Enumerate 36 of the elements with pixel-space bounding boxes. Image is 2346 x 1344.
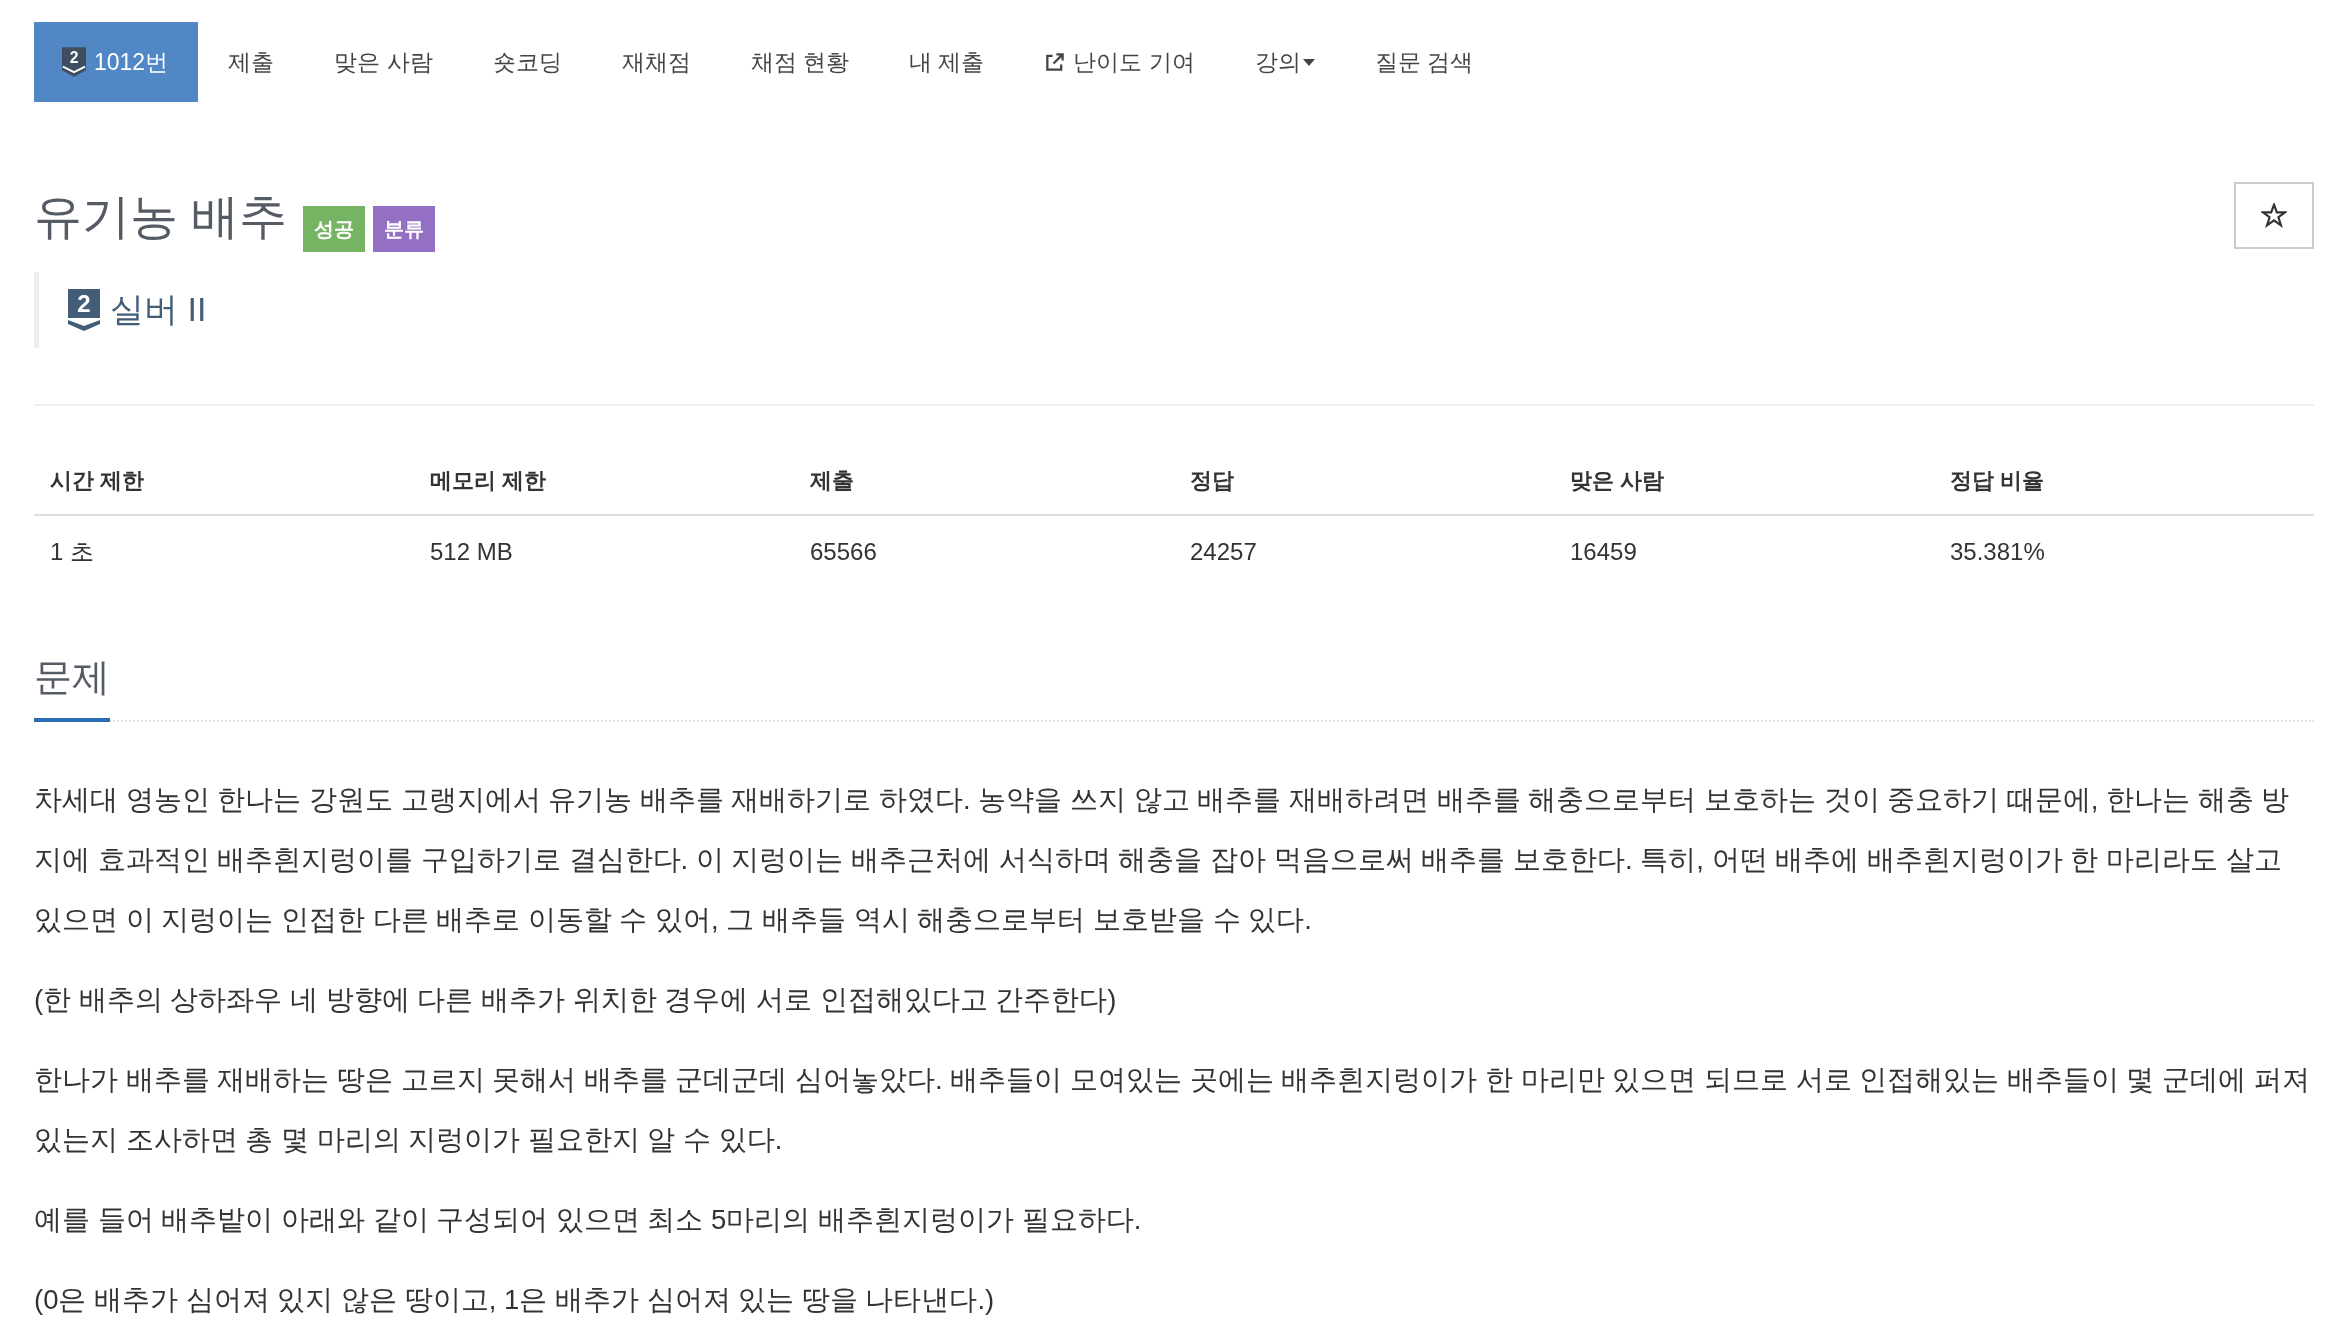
table-cell: 16459 [1554,515,1934,588]
table-header: 맞은 사람 [1554,448,1934,515]
caret-icon [1302,58,1315,66]
favorite-button[interactable] [2234,182,2314,249]
problem-title: 유기농 배추 [34,189,288,245]
nav-tab[interactable]: 2 1012번 [34,22,199,102]
table-cell: 65566 [794,515,1174,588]
tier-badge-icon: 2 [62,47,86,77]
nav-tab[interactable]: 제출 [198,22,305,102]
nav-tab[interactable]: 난이도 기여 [1014,22,1225,102]
table-cell: 1 초 [34,515,414,588]
table-cell: 35.381% [1934,515,2314,588]
tier-name: 실버 II [110,289,207,330]
problem-paragraph: 한나가 배추를 재배하는 땅은 고르지 못해서 배추를 군데군데 심어놓았다. 배추들이 모여있는 곳에는 배추흰지렁이가 한 마리만 있으면 되므로 서로 인접해있는 배추들이 몇 군데에 퍼져있는지 조사하면 총 몇 마리의 지렁이가 필요한지 알 수 있다. [34,1063,2311,1157]
nav-tab[interactable]: 맞은 사람 [304,22,463,102]
nav-tab[interactable]: 내 제출 [878,22,1015,102]
problem-paragraph: (0은 배추가 심어져 있지 않은 땅이고, 1은 배추가 심어져 있는 땅을 나타낸다.) [34,1283,996,1317]
problem-tag: 성공 [303,206,366,252]
problem-paragraph: 예를 들어 배추밭이 아래와 같이 구성되어 있으면 최소 5마리의 배추흰지렁이가 필요하다. [34,1203,1143,1237]
nav-tab[interactable]: 숏코딩 [462,22,592,102]
nav-tab[interactable]: 채점 현황 [720,22,879,102]
problem-paragraph: (한 배추의 상하좌우 네 방향에 다른 배추가 위치한 경우에 서로 인접해있다고 간주한다) [34,983,1118,1017]
nav-tab[interactable]: 강의 [1224,22,1345,102]
problem-paragraph: 차세대 영농인 한나는 강원도 고랭지에서 유기농 배추를 재배하기로 하였다. 농약을 쓰지 않고 배추를 재배하려면 배추를 해충으로부터 보호하는 것이 중요하기 때문에, 한나는 해충 방지에 효과적인 배추흰지렁이를 구입하기로 결심한다. 이 지렁이는 배추근처에 서식하며 해충을 잡아 먹음으로써 배추를 보호한다. 특히, 어떤 배추에 배추흰지렁이가 한 마리라도 살고 있으면 이 지렁이는 인접한 다른 배추로 이동할 수 있어, 그 배추들 역시 해충으로부터 보호받을 수 있다. [34,783,2291,937]
nav-tab[interactable]: 질문 검색 [1344,22,1504,102]
table-header: 시간 제한 [34,448,414,515]
table-header: 정답 [1174,448,1554,515]
table-header: 제출 [794,448,1174,515]
table-header: 메모리 제한 [414,448,794,515]
table-cell: 24257 [1174,515,1554,588]
problem-tag: 분류 [373,206,436,252]
section-heading: 문제 [34,652,110,722]
external-link-icon [1044,51,1066,73]
table-cell: 512 MB [414,515,794,588]
table-header: 정답 비율 [1934,448,2314,515]
nav-tab[interactable]: 재채점 [591,22,721,102]
